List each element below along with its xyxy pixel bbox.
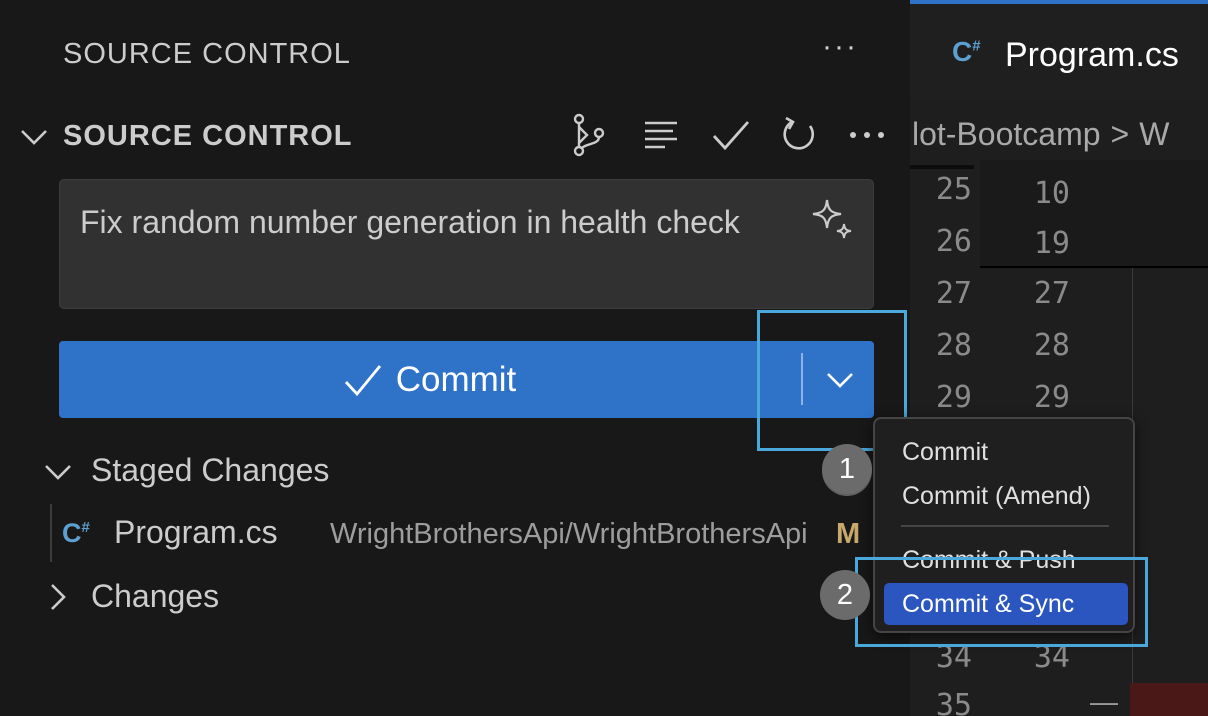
commit-message-text[interactable]: Fix random number generation in health c… xyxy=(80,194,800,251)
chevron-right-icon[interactable] xyxy=(42,581,74,613)
menu-item-commit-amend[interactable]: Commit (Amend) xyxy=(884,475,1128,517)
file-name: Program.cs xyxy=(114,514,278,550)
line-number: 26 xyxy=(935,224,972,259)
indent-guide xyxy=(50,504,52,562)
commit-message-input[interactable]: Fix random number generation in health c… xyxy=(59,179,874,309)
csharp-file-icon: C# xyxy=(62,518,90,548)
commit-button-label: Commit xyxy=(395,359,517,399)
breadcrumb-separator-icon: > xyxy=(1110,116,1130,152)
more-actions-icon[interactable] xyxy=(846,114,888,156)
view-more-actions-icon[interactable]: ··· xyxy=(822,30,858,64)
breadcrumb-segment[interactable]: lot-Bootcamp xyxy=(912,116,1101,152)
highlight-box-commit-sync xyxy=(855,557,1148,647)
staged-changes-label: Staged Changes xyxy=(91,452,330,488)
line-number: 28 xyxy=(1033,328,1070,363)
chevron-down-icon[interactable] xyxy=(18,120,50,152)
commit-button-group: Commit xyxy=(59,341,874,418)
removed-line-highlight xyxy=(1130,683,1208,716)
line-number: 27 xyxy=(935,276,972,311)
line-number: 28 xyxy=(935,328,972,363)
breadcrumb[interactable]: lot-Bootcamp > W xyxy=(912,116,1169,153)
removed-line-marker: — xyxy=(1090,686,1118,716)
file-status-modified: M xyxy=(836,518,861,550)
menu-item-commit[interactable]: Commit xyxy=(884,431,1128,473)
file-path: WrightBrothersApi/WrightBrothersApi xyxy=(330,518,808,550)
chevron-down-icon[interactable] xyxy=(42,455,74,487)
csharp-file-icon: C# xyxy=(952,36,981,67)
source-control-graph-icon[interactable] xyxy=(568,113,610,157)
menu-separator xyxy=(901,525,1109,527)
check-icon xyxy=(344,364,381,396)
line-number: 10 xyxy=(1033,176,1070,211)
line-number: 27 xyxy=(1033,276,1070,311)
editor-tab-program-cs[interactable]: C# Program.cs xyxy=(910,4,1208,100)
sparkle-icon[interactable] xyxy=(809,196,855,242)
line-number: 35 xyxy=(935,688,972,716)
gutter-shadow xyxy=(910,165,974,169)
line-number: 25 xyxy=(935,172,972,207)
view-as-list-icon[interactable] xyxy=(640,114,682,156)
commit-button[interactable]: Commit xyxy=(59,341,801,418)
line-number: 19 xyxy=(1033,226,1070,261)
callout-badge-1: 1 xyxy=(822,444,872,494)
staged-file-row[interactable]: C# Program.cs WrightBrothersApi/WrightBr… xyxy=(0,504,910,562)
commit-check-icon[interactable] xyxy=(710,114,752,156)
source-control-section-header[interactable]: SOURCE CONTROL xyxy=(0,112,910,160)
changes-label: Changes xyxy=(91,578,220,614)
line-number: 29 xyxy=(1033,380,1070,415)
refresh-icon[interactable] xyxy=(778,114,820,156)
view-title: SOURCE CONTROL xyxy=(63,38,351,70)
section-title: SOURCE CONTROL xyxy=(63,120,353,152)
breadcrumb-segment[interactable]: W xyxy=(1139,116,1169,152)
callout-badge-2: 2 xyxy=(820,570,870,620)
line-number: 29 xyxy=(935,380,972,415)
tab-title: Program.cs xyxy=(1005,36,1179,74)
changes-group[interactable]: Changes xyxy=(0,568,910,626)
